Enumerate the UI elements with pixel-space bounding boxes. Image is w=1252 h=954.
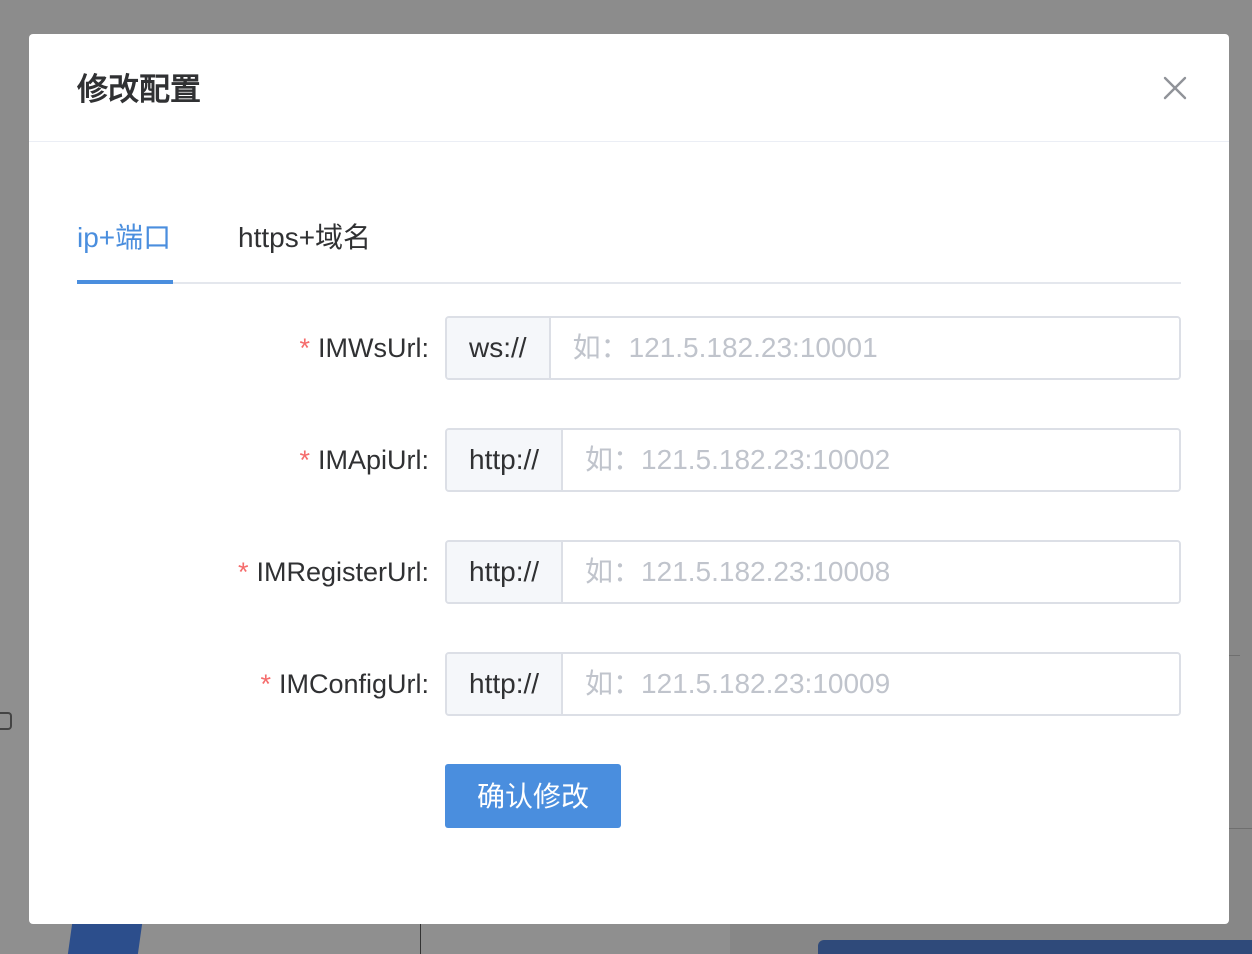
register-url-input-group: http:// [445, 540, 1181, 604]
register-url-prefix: http:// [447, 542, 564, 602]
confirm-modify-button[interactable]: 确认修改 [445, 764, 621, 828]
tab-ip-port[interactable]: ip+端口 [77, 218, 171, 258]
required-mark: * [299, 333, 311, 363]
config-url-prefix: http:// [447, 654, 564, 714]
background-icon [0, 712, 12, 730]
form-row-api-url: * IMApiUrl: http:// [77, 428, 1181, 492]
dialog-header: 修改配置 [29, 34, 1229, 142]
register-url-input[interactable] [563, 542, 1179, 602]
required-mark: * [260, 669, 271, 699]
api-url-prefix: http:// [447, 430, 564, 490]
form-row-register-url: * IMRegisterUrl: http:// [77, 540, 1181, 604]
tab-https-domain[interactable]: https+域名 [238, 218, 371, 258]
api-url-label: * IMApiUrl: [299, 428, 429, 492]
api-url-input-group: http:// [445, 428, 1181, 492]
api-url-input[interactable] [563, 430, 1179, 490]
active-tab-indicator [77, 280, 173, 284]
tab-bar: ip+端口 https+域名 [77, 194, 1181, 284]
background-sketch [420, 924, 501, 954]
config-url-label: * IMConfigUrl: [260, 652, 429, 716]
ws-url-label: * IMWsUrl: [300, 316, 429, 380]
form-row-ws-url: * IMWsUrl: ws:// [77, 316, 1181, 380]
close-button[interactable] [1161, 74, 1189, 102]
form-row-config-url: * IMConfigUrl: http:// [77, 652, 1181, 716]
required-mark: * [299, 445, 310, 475]
background-illustration [67, 924, 143, 954]
api-url-label-text: IMApiUrl: [317, 445, 429, 475]
required-mark: * [237, 557, 249, 587]
register-url-label: * IMRegisterUrl: [238, 540, 429, 604]
config-url-input[interactable] [563, 654, 1179, 714]
ws-url-input[interactable] [550, 318, 1179, 378]
ws-url-input-group: ws:// [445, 316, 1181, 380]
config-dialog: 修改配置 ip+端口 https+域名 *IMWsUrl: ws:// *IMA… [29, 34, 1229, 924]
config-url-input-group: http:// [445, 652, 1181, 716]
ws-url-label-text: IMWsUrl: [318, 333, 429, 363]
close-icon [1163, 76, 1187, 100]
ws-url-prefix: ws:// [447, 318, 551, 378]
background-blue-bar [818, 940, 1252, 954]
dialog-title: 修改配置 [77, 72, 201, 107]
register-url-label-text: IMRegisterUrl: [256, 557, 429, 587]
config-url-label-text: IMConfigUrl: [278, 669, 429, 699]
